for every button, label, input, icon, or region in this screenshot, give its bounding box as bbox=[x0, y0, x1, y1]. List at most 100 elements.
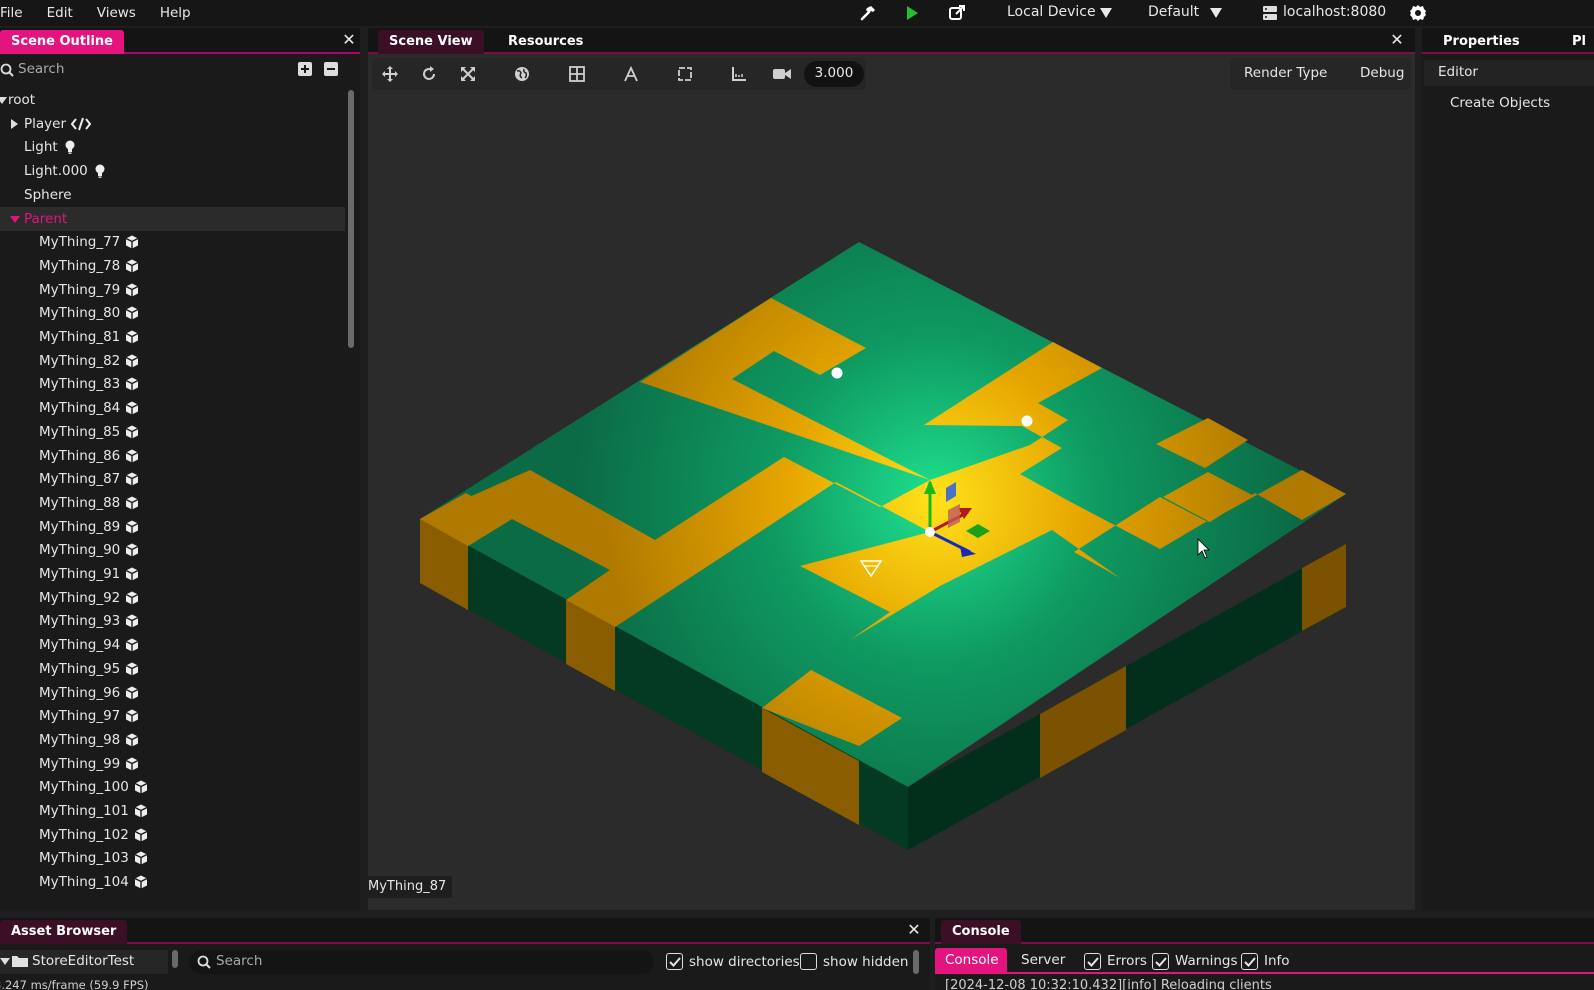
grid-icon[interactable] bbox=[567, 64, 587, 84]
tree-item[interactable]: MyThing_94 bbox=[0, 633, 345, 657]
menu-bar: File Edit Views Help Local Device Defaul… bbox=[0, 0, 1594, 26]
tree-item[interactable]: MyThing_96 bbox=[0, 681, 345, 705]
show-hidden-checkbox[interactable] bbox=[800, 953, 817, 970]
tree-item[interactable]: Player bbox=[0, 112, 345, 136]
tree-item[interactable]: MyThing_86 bbox=[0, 444, 345, 468]
device-select[interactable]: Local Device bbox=[1007, 4, 1096, 20]
close-assets-icon[interactable]: ✕ bbox=[906, 922, 922, 938]
tab-console[interactable]: Console bbox=[941, 920, 1021, 944]
tab-scene-view[interactable]: Scene View bbox=[378, 30, 484, 54]
tree-item[interactable]: Parent bbox=[0, 206, 345, 231]
expand-arrow-icon[interactable] bbox=[10, 215, 20, 223]
info-checkbox[interactable] bbox=[1241, 953, 1258, 970]
asset-search[interactable]: Search bbox=[189, 950, 654, 974]
tree-item[interactable]: MyThing_93 bbox=[0, 609, 345, 633]
profile-dropdown-icon[interactable] bbox=[1210, 8, 1222, 18]
ruler-icon[interactable] bbox=[729, 64, 749, 84]
expand-arrow-icon[interactable] bbox=[0, 97, 7, 104]
zoom-input[interactable]: 3.000 bbox=[804, 61, 864, 87]
menu-views[interactable]: Views bbox=[97, 5, 146, 21]
tree-item[interactable]: MyThing_87 bbox=[0, 467, 345, 491]
scene-outline-panel: Scene Outline ✕ Search root Player Light Li… bbox=[0, 28, 360, 910]
subtab-console[interactable]: Console bbox=[935, 948, 1007, 974]
tree-item[interactable]: MyThing_90 bbox=[0, 538, 345, 562]
globe-icon[interactable] bbox=[512, 64, 532, 84]
show-directories-checkbox[interactable] bbox=[666, 953, 683, 970]
collapse-all-icon[interactable] bbox=[324, 62, 338, 76]
menu-edit[interactable]: Edit bbox=[47, 5, 83, 21]
tree-item-label: MyThing_80 bbox=[39, 305, 121, 322]
camera-icon[interactable] bbox=[772, 64, 792, 84]
tree-item[interactable]: Light bbox=[0, 135, 345, 159]
server-address[interactable]: localhost:8080 bbox=[1283, 4, 1386, 20]
tab-plugins[interactable]: Pl bbox=[1561, 30, 1594, 54]
outline-search-input[interactable]: Search bbox=[18, 61, 64, 77]
tab-asset-browser[interactable]: Asset Browser bbox=[0, 920, 128, 944]
tree-item[interactable]: MyThing_83 bbox=[0, 372, 345, 396]
tree-item[interactable]: MyThing_81 bbox=[0, 325, 345, 349]
tree-item[interactable]: MyThing_102 bbox=[0, 823, 345, 847]
errors-checkbox[interactable] bbox=[1084, 953, 1101, 970]
tree-item[interactable]: MyThing_91 bbox=[0, 562, 345, 586]
render-type-button[interactable]: Render Type bbox=[1244, 65, 1327, 81]
tree-item[interactable]: MyThing_99 bbox=[0, 752, 345, 776]
expand-all-icon[interactable] bbox=[298, 62, 312, 76]
rotate-icon[interactable] bbox=[419, 64, 439, 84]
tree-item[interactable]: MyThing_98 bbox=[0, 728, 345, 752]
tree-item[interactable]: MyThing_84 bbox=[0, 396, 345, 420]
light-gizmo[interactable] bbox=[831, 367, 843, 379]
tab-resources[interactable]: Resources bbox=[497, 30, 594, 54]
collapse-arrow-icon[interactable] bbox=[11, 118, 18, 129]
tree-item[interactable]: MyThing_100 bbox=[0, 775, 345, 799]
tree-item[interactable]: MyThing_104 bbox=[0, 870, 345, 892]
snap-icon[interactable] bbox=[621, 64, 641, 84]
device-dropdown-icon[interactable] bbox=[1100, 8, 1112, 18]
asset-scrollbar[interactable] bbox=[913, 950, 919, 974]
move-icon[interactable] bbox=[380, 64, 400, 84]
folder-scrollbar[interactable] bbox=[172, 950, 178, 968]
tree-item[interactable]: MyThing_79 bbox=[0, 278, 345, 302]
tree-item[interactable]: Light.000 bbox=[0, 159, 345, 183]
tree-item[interactable]: MyThing_77 bbox=[0, 230, 345, 254]
light-gizmo-2[interactable] bbox=[1021, 415, 1033, 427]
tree-item[interactable]: MyThing_78 bbox=[0, 254, 345, 278]
outline-search[interactable]: Search bbox=[0, 58, 345, 82]
folder-expand-icon[interactable] bbox=[0, 958, 10, 965]
tree-item[interactable]: MyThing_92 bbox=[0, 586, 345, 610]
tree-item[interactable]: MyThing_89 bbox=[0, 515, 345, 539]
tree-item[interactable]: MyThing_82 bbox=[0, 349, 345, 373]
folder-item[interactable]: StoreEditorTest bbox=[0, 950, 168, 974]
menu-help[interactable]: Help bbox=[160, 5, 201, 21]
close-scene-icon[interactable]: ✕ bbox=[1389, 32, 1405, 48]
play-icon[interactable] bbox=[902, 3, 922, 23]
tree-item[interactable]: MyThing_101 bbox=[0, 799, 345, 823]
tree-item[interactable]: MyThing_103 bbox=[0, 846, 345, 870]
gear-icon[interactable] bbox=[1408, 3, 1428, 23]
bounds-icon[interactable] bbox=[675, 64, 695, 84]
tree-item[interactable]: MyThing_85 bbox=[0, 420, 345, 444]
debug-button[interactable]: Debug bbox=[1360, 65, 1404, 81]
external-link-icon[interactable] bbox=[947, 3, 967, 23]
create-objects-button[interactable]: Create Objects bbox=[1450, 95, 1550, 111]
warnings-checkbox[interactable] bbox=[1152, 953, 1169, 970]
tree-item[interactable]: MyThing_80 bbox=[0, 301, 345, 325]
asset-search-input[interactable]: Search bbox=[216, 953, 262, 969]
hammer-icon[interactable] bbox=[858, 3, 878, 23]
profile-select[interactable]: Default bbox=[1148, 4, 1199, 20]
tree-item[interactable]: MyThing_95 bbox=[0, 657, 345, 681]
close-outline-icon[interactable]: ✕ bbox=[341, 32, 357, 48]
tree-item[interactable]: root bbox=[0, 88, 345, 112]
outline-scrollbar[interactable] bbox=[348, 90, 354, 348]
scale-icon[interactable] bbox=[458, 64, 478, 84]
subtab-server[interactable]: Server bbox=[1021, 952, 1065, 968]
tab-properties[interactable]: Properties bbox=[1432, 30, 1531, 54]
tab-scene-outline[interactable]: Scene Outline bbox=[0, 30, 124, 54]
tree-item[interactable]: MyThing_88 bbox=[0, 491, 345, 515]
menu-file[interactable]: File bbox=[0, 5, 33, 21]
cube-icon bbox=[125, 662, 139, 676]
cube-icon bbox=[134, 804, 148, 818]
tree-item[interactable]: Sphere bbox=[0, 183, 345, 207]
tree-item[interactable]: MyThing_97 bbox=[0, 704, 345, 728]
search-icon bbox=[197, 955, 211, 969]
viewport[interactable] bbox=[368, 56, 1415, 910]
